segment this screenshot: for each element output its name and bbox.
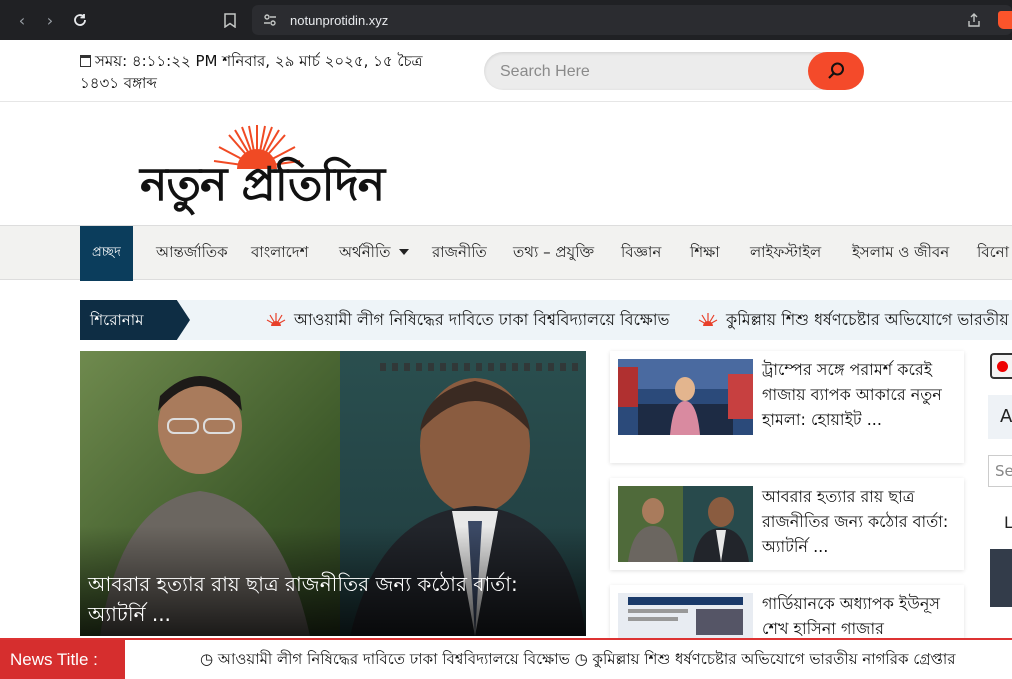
rail-thumbnail[interactable] xyxy=(990,549,1012,607)
back-icon[interactable]: ‹ xyxy=(8,6,36,34)
sunrise-icon xyxy=(698,313,718,326)
rail-label: L xyxy=(1004,513,1012,532)
decorative-strip xyxy=(380,363,580,371)
search-box xyxy=(484,52,864,90)
ticker-item-text: আওয়ামী লীগ নিষিদ্ধের দাবিতে ঢাকা বিশ্বব… xyxy=(294,310,670,329)
nav-item-home[interactable]: প্রচ্ছদ xyxy=(80,226,133,281)
calendar-icon xyxy=(80,55,91,67)
masthead: নতুন প্রতিদিন xyxy=(0,103,1012,225)
nav-item-economy[interactable]: অর্থনীতি xyxy=(339,226,409,281)
share-icon[interactable] xyxy=(966,12,982,28)
news-title-label: News Title : xyxy=(0,640,125,679)
nav-item-politics[interactable]: রাজনীতি xyxy=(432,226,487,281)
reload-icon[interactable] xyxy=(66,6,94,34)
sunrise-icon xyxy=(266,313,286,326)
forward-icon[interactable]: › xyxy=(36,6,64,34)
news-marquee-text[interactable]: ◷ আওয়ামী লীগ নিষিদ্ধের দাবিতে ঢাকা বিশ্… xyxy=(200,640,956,679)
news-thumbnail xyxy=(618,359,753,435)
url-text[interactable]: notunprotidin.xyz xyxy=(290,13,388,28)
news-thumbnail-image xyxy=(618,359,753,435)
search-button[interactable] xyxy=(808,52,864,90)
side-news-card[interactable]: আবরার হত্যার রায় ছাত্র রাজনীতির জন্য কঠ… xyxy=(610,478,964,570)
datetime-line1: সময়: ৪:১১:২২ PM শনিবার, ২৯ মার্চ ২০২৫, … xyxy=(95,52,423,70)
nav-item-entertainment[interactable]: বিনো xyxy=(977,226,1009,281)
side-news-card[interactable]: ট্রাম্পের সঙ্গে পরামর্শ করেই গাজায় ব্যা… xyxy=(610,351,964,463)
news-thumbnail-image xyxy=(618,593,753,638)
side-news-title[interactable]: ট্রাম্পের সঙ্গে পরামর্শ করেই গাজায় ব্যা… xyxy=(762,357,957,432)
news-thumbnail xyxy=(618,593,753,638)
address-bar[interactable]: notunprotidin.xyz xyxy=(252,5,1012,35)
top-info-bar: সময়: ৪:১১:২২ PM শনিবার, ২৯ মার্চ ২০২৫, … xyxy=(0,40,1012,102)
bottom-news-bar: News Title : ◷ আওয়ামী লীগ নিষিদ্ধের দাব… xyxy=(0,638,1012,679)
ticker-item[interactable]: আওয়ামী লীগ নিষিদ্ধের দাবিতে ঢাকা বিশ্বব… xyxy=(266,300,669,340)
record-icon xyxy=(997,361,1008,372)
logo-wordmark: নতুন প্রতিদিন xyxy=(140,157,385,211)
rail-tab[interactable]: A xyxy=(988,395,1012,439)
nav-item-bangladesh[interactable]: বাংলাদেশ xyxy=(251,226,308,281)
main-navigation: প্রচ্ছদ আন্তর্জাতিক বাংলাদেশ অর্থনীতি রা… xyxy=(0,225,1012,281)
nav-item-international[interactable]: আন্তর্জাতিক xyxy=(156,226,228,281)
right-sidebar: A Se L xyxy=(986,351,1012,636)
nav-item-economy-label: অর্থনীতি xyxy=(339,243,391,261)
ticker-label: শিরোনাম xyxy=(80,300,190,340)
site-logo[interactable]: নতুন প্রতিদিন xyxy=(140,117,430,217)
datetime-line2: ১৪৩১ বঙ্গাব্দ xyxy=(80,74,157,92)
ticker-item[interactable]: কুমিল্লায় শিশু ধর্ষণচেষ্টার অভিযোগে ভার… xyxy=(698,300,1009,340)
nav-item-lifestyle[interactable]: লাইফস্টাইল xyxy=(750,226,821,281)
lead-story-title[interactable]: আবরার হত্যার রায় ছাত্র রাজনীতির জন্য কঠ… xyxy=(88,569,578,629)
nav-item-tech[interactable]: তথ্য – প্রযুক্তি xyxy=(513,226,594,281)
search-icon xyxy=(828,62,844,79)
brave-shield-icon[interactable] xyxy=(998,11,1012,29)
nav-item-science[interactable]: বিজ্ঞান xyxy=(621,226,661,281)
side-news-title[interactable]: গার্ডিয়ানকে অধ্যাপক ইউনূস শেখ হাসিনা গা… xyxy=(762,591,957,641)
browser-toolbar: ‹ › notunprotidin.xyz xyxy=(0,0,1012,40)
site-settings-icon[interactable] xyxy=(262,12,278,28)
search-input[interactable] xyxy=(500,61,800,83)
nav-item-education[interactable]: শিক্ষা xyxy=(690,226,720,281)
chevron-down-icon xyxy=(398,249,409,255)
headline-ticker: শিরোনাম আওয়ামী লীগ নিষিদ্ধের দাবিতে ঢাক… xyxy=(80,300,1012,340)
date-time-display: সময়: ৪:১১:২২ PM শনিবার, ২৯ মার্চ ২০২৫, … xyxy=(80,50,470,94)
live-widget[interactable] xyxy=(990,353,1012,379)
side-news-card[interactable]: গার্ডিয়ানকে অধ্যাপক ইউনূস শেখ হাসিনা গা… xyxy=(610,585,964,638)
lead-story[interactable]: আবরার হত্যার রায় ছাত্র রাজনীতির জন্য কঠ… xyxy=(80,351,586,636)
bookmark-icon[interactable] xyxy=(216,6,244,34)
news-thumbnail xyxy=(618,486,753,562)
nav-item-islam[interactable]: ইসলাম ও জীবন xyxy=(852,226,949,281)
news-thumbnail-image xyxy=(618,486,753,562)
rail-search-input[interactable]: Se xyxy=(988,455,1012,487)
side-news-title[interactable]: আবরার হত্যার রায় ছাত্র রাজনীতির জন্য কঠ… xyxy=(762,484,957,559)
ticker-item-text: কুমিল্লায় শিশু ধর্ষণচেষ্টার অভিযোগে ভার… xyxy=(726,310,1009,329)
